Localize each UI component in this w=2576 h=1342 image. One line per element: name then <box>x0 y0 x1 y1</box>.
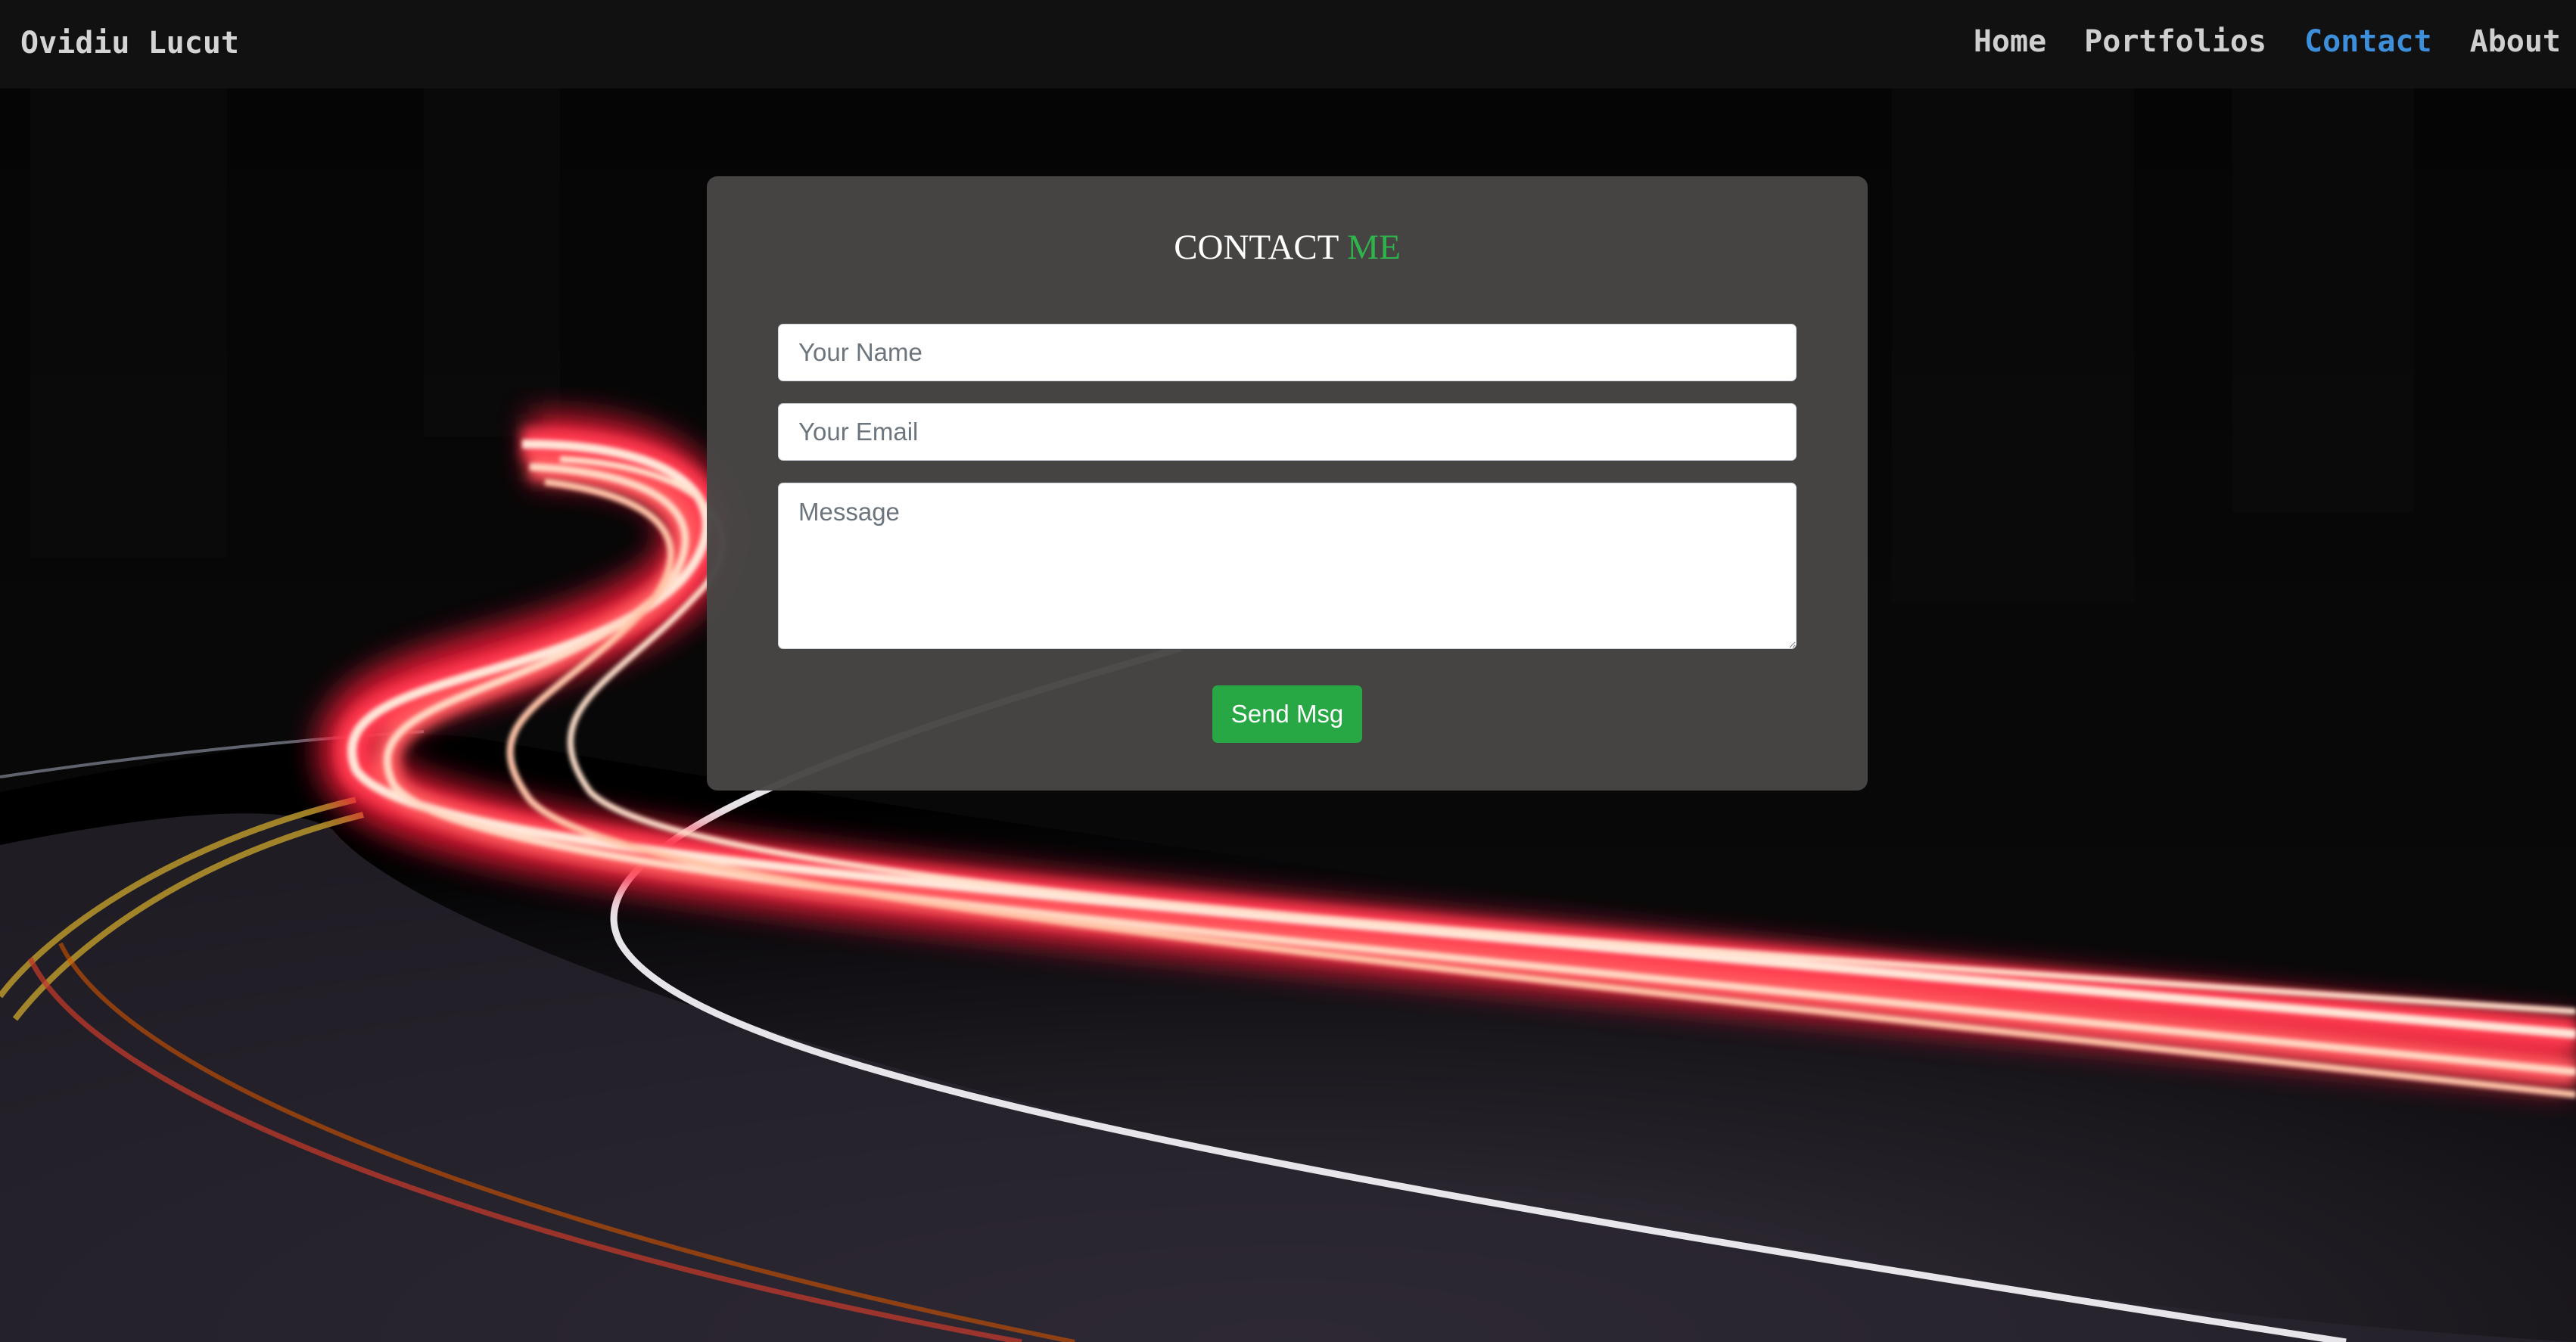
contact-card: CONTACT ME Send Msg <box>707 176 1868 791</box>
nav-link-about[interactable]: About <box>2470 21 2561 62</box>
contact-title: CONTACT ME <box>707 225 1868 270</box>
nav-link-home[interactable]: Home <box>1974 21 2046 62</box>
page: Ovidiu Lucut Home Portfolios Contact Abo… <box>0 0 2576 1342</box>
nav-link-contact[interactable]: Contact <box>2304 21 2432 62</box>
brand-logo-text[interactable]: Ovidiu Lucut <box>20 23 239 64</box>
name-input[interactable] <box>778 324 1797 381</box>
contact-title-accent: ME <box>1347 228 1401 267</box>
message-textarea[interactable] <box>778 483 1797 649</box>
contact-title-main: CONTACT <box>1174 228 1339 267</box>
nav-links: Home Portfolios Contact About <box>1974 21 2561 62</box>
nav-link-portfolios[interactable]: Portfolios <box>2084 21 2266 62</box>
top-navbar: Ovidiu Lucut Home Portfolios Contact Abo… <box>0 0 2576 89</box>
email-input[interactable] <box>778 403 1797 461</box>
send-message-button[interactable]: Send Msg <box>1212 685 1362 743</box>
